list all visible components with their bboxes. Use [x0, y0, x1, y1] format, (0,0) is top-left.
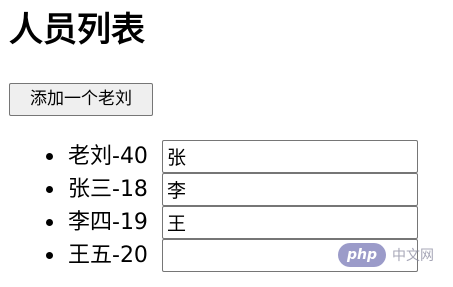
person-input[interactable] [162, 173, 418, 206]
person-label: 王五-20 [68, 243, 148, 268]
person-label: 张三-18 [68, 177, 148, 202]
site-watermark: php 中文网 [338, 243, 434, 267]
page-title: 人员列表 [9, 10, 145, 50]
person-label: 李四-19 [68, 210, 148, 235]
bullet-icon [46, 219, 53, 226]
php-logo-icon: php [338, 243, 386, 267]
add-person-button[interactable]: 添加一个老刘 [9, 83, 153, 116]
bullet-icon [46, 153, 53, 160]
person-input[interactable] [162, 206, 418, 239]
bullet-icon [46, 252, 53, 259]
person-label: 老刘-40 [68, 144, 148, 169]
watermark-text: 中文网 [392, 248, 434, 264]
bullet-icon [46, 186, 53, 193]
person-input[interactable] [162, 140, 418, 173]
